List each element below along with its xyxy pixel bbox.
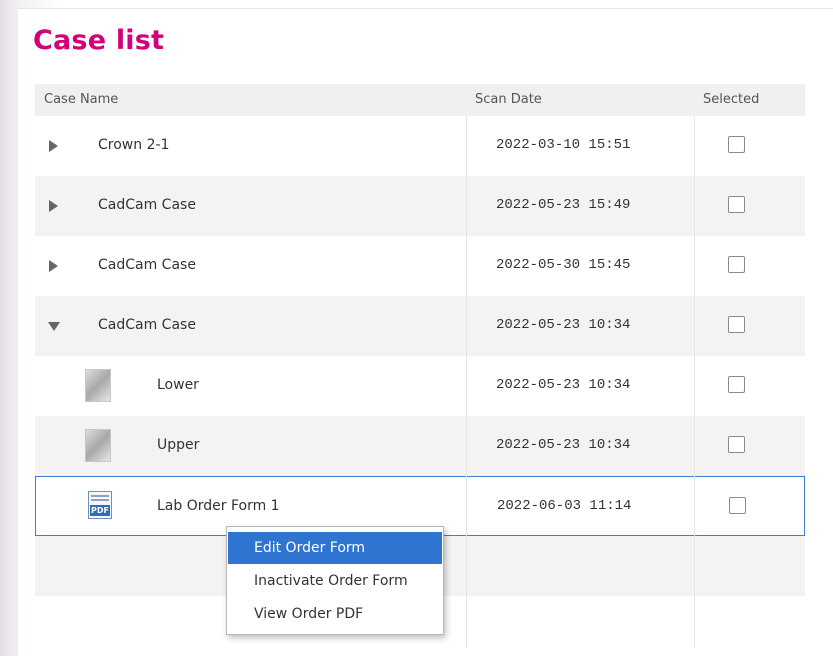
pdf-icon: PDF bbox=[88, 491, 112, 519]
case-name: CadCam Case bbox=[98, 317, 196, 333]
selected-checkbox[interactable] bbox=[728, 436, 745, 453]
scan-date: 2022-05-23 10:34 bbox=[496, 437, 631, 453]
menu-item-edit-order-form[interactable]: Edit Order Form bbox=[228, 532, 442, 564]
column-divider bbox=[466, 116, 467, 648]
scan-date: 2022-05-23 10:34 bbox=[496, 377, 631, 393]
pdf-label: PDF bbox=[90, 505, 110, 516]
scan-date: 2022-05-30 15:45 bbox=[496, 257, 631, 273]
table-row[interactable]: Crown 2-1 2022-03-10 15:51 bbox=[35, 116, 805, 176]
table-row[interactable]: Lower 2022-05-23 10:34 bbox=[35, 356, 805, 416]
column-header-selected[interactable]: Selected bbox=[703, 92, 759, 107]
menu-item-inactivate-order-form[interactable]: Inactivate Order Form bbox=[228, 565, 442, 597]
pdf-icon-line bbox=[91, 495, 109, 497]
case-name: Lab Order Form 1 bbox=[157, 498, 280, 514]
selected-checkbox[interactable] bbox=[728, 256, 745, 273]
table-row[interactable]: CadCam Case 2022-05-23 10:34 bbox=[35, 296, 805, 356]
scan-date: 2022-06-03 11:14 bbox=[497, 498, 632, 514]
collapse-arrow-icon[interactable] bbox=[48, 322, 60, 331]
table-row[interactable]: CadCam Case 2022-05-23 15:49 bbox=[35, 176, 805, 236]
table-row[interactable]: Upper 2022-05-23 10:34 bbox=[35, 416, 805, 476]
scan-date: 2022-03-10 15:51 bbox=[496, 137, 631, 153]
lower-scan-thumbnail-icon bbox=[85, 369, 111, 402]
case-name: Upper bbox=[157, 437, 200, 453]
pdf-icon-line bbox=[91, 499, 109, 501]
case-name: Lower bbox=[157, 377, 199, 393]
expand-arrow-icon[interactable] bbox=[49, 200, 58, 212]
page-title: Case list bbox=[33, 25, 165, 56]
case-name: CadCam Case bbox=[98, 257, 196, 273]
context-menu: Edit Order Form Inactivate Order Form Vi… bbox=[226, 526, 444, 635]
expand-arrow-icon[interactable] bbox=[49, 140, 58, 152]
selected-checkbox[interactable] bbox=[728, 196, 745, 213]
expand-arrow-icon[interactable] bbox=[49, 260, 58, 272]
case-name: Crown 2-1 bbox=[98, 137, 170, 153]
selected-checkbox[interactable] bbox=[728, 136, 745, 153]
case-name: CadCam Case bbox=[98, 197, 196, 213]
menu-item-view-order-pdf[interactable]: View Order PDF bbox=[228, 598, 442, 630]
selected-checkbox[interactable] bbox=[729, 497, 746, 514]
column-header-scan-date[interactable]: Scan Date bbox=[475, 92, 542, 107]
column-divider bbox=[694, 116, 695, 648]
selected-checkbox[interactable] bbox=[728, 316, 745, 333]
scan-date: 2022-05-23 10:34 bbox=[496, 317, 631, 333]
upper-scan-thumbnail-icon bbox=[85, 429, 111, 462]
table-header: Case Name Scan Date Selected bbox=[35, 84, 805, 116]
table-row[interactable]: CadCam Case 2022-05-30 15:45 bbox=[35, 236, 805, 296]
column-header-case-name[interactable]: Case Name bbox=[44, 92, 118, 107]
selected-checkbox[interactable] bbox=[728, 376, 745, 393]
scan-date: 2022-05-23 15:49 bbox=[496, 197, 631, 213]
